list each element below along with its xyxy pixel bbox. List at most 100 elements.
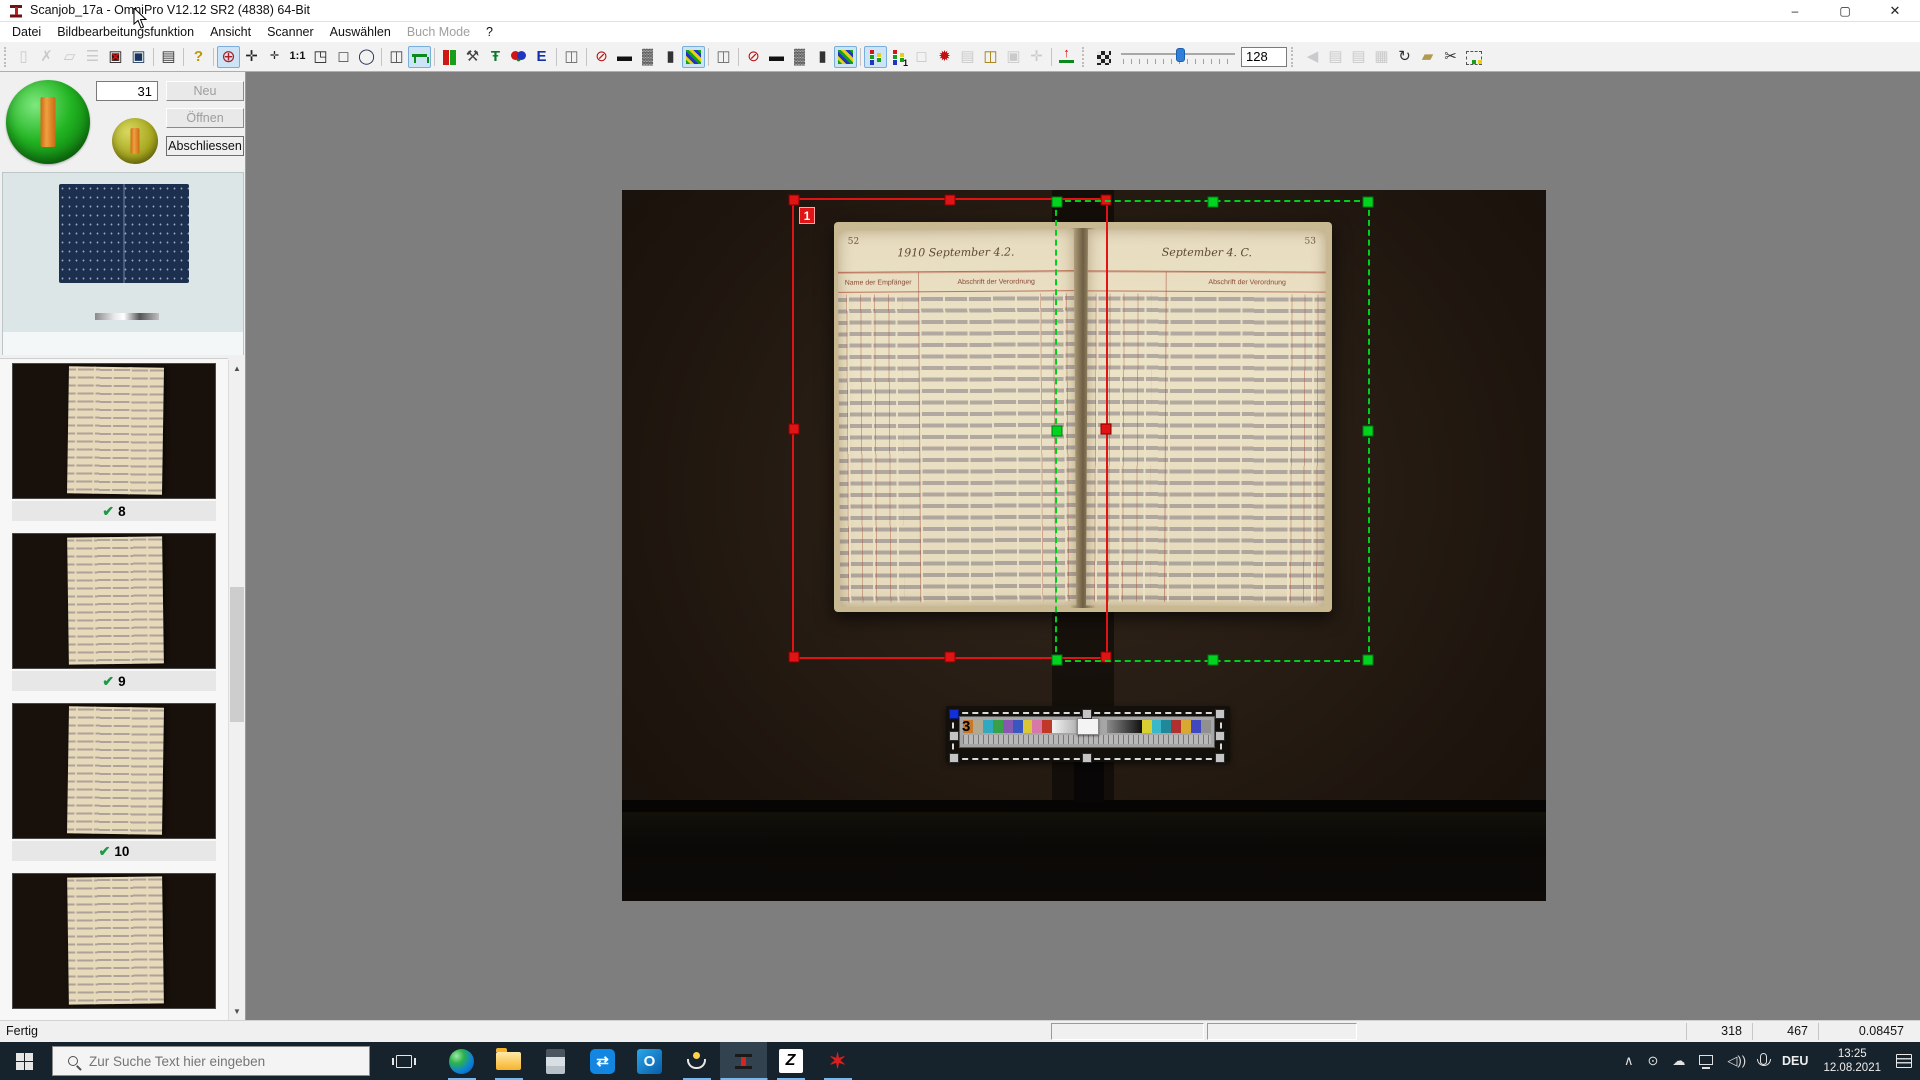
menu-?[interactable]: ? [478, 22, 501, 42]
keyboard-language[interactable]: DEU [1782, 1054, 1808, 1068]
selection-frame-1-handle-bl[interactable] [789, 652, 800, 663]
table-lift-icon[interactable] [1055, 46, 1078, 68]
thumbnail-partial-3[interactable] [12, 873, 216, 1009]
bar-gray-left-icon[interactable]: ▮ [659, 46, 682, 68]
maximize-button[interactable]: ▢ [1820, 0, 1870, 22]
taskbar-edge-button[interactable] [438, 1042, 485, 1080]
move-frame-icon[interactable]: ◻ [910, 46, 933, 68]
open-folder-icon[interactable]: ▱ [58, 46, 81, 68]
neu-button[interactable]: Neu [166, 81, 244, 101]
menu-ansicht[interactable]: Ansicht [202, 22, 259, 42]
loupe-icon[interactable]: ◯ [355, 46, 378, 68]
crop-off-left-icon[interactable]: ⊘ [590, 46, 613, 68]
oeffnen-button[interactable]: Öffnen [166, 108, 244, 128]
selection-frame-3[interactable]: 3 [952, 712, 1222, 760]
bar-dither-right-icon[interactable]: ▓ [788, 46, 811, 68]
stripes-right-icon[interactable] [834, 46, 857, 68]
scan-bed-icon[interactable] [408, 46, 431, 68]
volume-icon[interactable]: ◁)) [1727, 1053, 1746, 1069]
save-icon[interactable]: ▣ [127, 46, 150, 68]
print-icon[interactable]: ▤ [157, 46, 180, 68]
menu-scanner[interactable]: Scanner [259, 22, 322, 42]
task-view-button[interactable] [382, 1042, 426, 1080]
bar-black-right-icon[interactable]: ▬ [765, 46, 788, 68]
scrollbar-up-icon[interactable]: ▲ [229, 360, 245, 377]
multi-frame-icon[interactable] [1462, 46, 1485, 68]
selection-frame-3-handle-tr[interactable] [1215, 709, 1225, 719]
abschliessen-button[interactable]: Abschliessen [166, 136, 244, 156]
navigator-icon[interactable]: ⊕ [217, 46, 240, 68]
split-view-single-icon[interactable]: 1 [887, 46, 910, 68]
frame-fixed-icon[interactable]: ▣ [1002, 46, 1025, 68]
selection-frame-3-handle-bm[interactable] [1082, 753, 1092, 763]
gradation-curve-icon[interactable]: E [530, 46, 553, 68]
book-profile-icon[interactable] [438, 46, 461, 68]
taskbar-calculator-button[interactable] [532, 1042, 579, 1080]
stripes-left-icon[interactable] [682, 46, 705, 68]
taskbar-scan64-button[interactable]: ✶ [814, 1042, 861, 1080]
book-mode-left-icon[interactable]: ◫ [560, 46, 583, 68]
book-mode-right-icon[interactable]: ◫ [712, 46, 735, 68]
menu-bildbearbeitungsfunktion[interactable]: Bildbearbeitungsfunktion [49, 22, 202, 42]
center-frame-icon[interactable]: ✛ [1025, 46, 1048, 68]
threshold-value-input[interactable] [1241, 47, 1287, 67]
search-input[interactable] [89, 1054, 369, 1069]
start-button[interactable] [0, 1042, 48, 1080]
copy-settings-up-icon[interactable]: ▤ [1324, 46, 1347, 68]
eraser-icon[interactable]: ▰ [1416, 46, 1439, 68]
scan-single-button[interactable] [112, 118, 158, 164]
edit-delete-icon[interactable]: ✗ [35, 46, 58, 68]
thumbnail-8[interactable] [12, 363, 216, 499]
bar-dither-left-icon[interactable]: ▓ [636, 46, 659, 68]
minimize-button[interactable]: – [1770, 0, 1820, 22]
taskbar-scan-utility-button[interactable] [673, 1042, 720, 1080]
selection-frame-2-handle-bm[interactable] [1207, 655, 1218, 666]
selection-frame-2-handle-mr[interactable] [1363, 426, 1374, 437]
selection-frame-1-handle-ml[interactable] [789, 423, 800, 434]
rotate-page-icon[interactable]: ↻ [1393, 46, 1416, 68]
thumbnail-scrollbar[interactable]: ▲ ▼ [228, 360, 245, 1020]
taskbar-teamviewer-button[interactable]: ⇄ [579, 1042, 626, 1080]
pan-expand-icon[interactable]: ✛ [240, 46, 263, 68]
bar-black-left-icon[interactable]: ▬ [613, 46, 636, 68]
back-arrow-icon[interactable]: ◀ [1301, 46, 1324, 68]
scrollbar-thumb[interactable] [230, 587, 244, 722]
index-list-icon[interactable]: ☰ [81, 46, 104, 68]
select-area-icon[interactable]: ◻ [332, 46, 355, 68]
zoom-one-to-one-icon[interactable]: 1:1 [286, 46, 309, 68]
copy-settings-all-icon[interactable]: ▦ [1370, 46, 1393, 68]
teamviewer-tray-icon[interactable]: ⊙ [1647, 1053, 1658, 1069]
selection-frame-3-handle-tm[interactable] [1082, 709, 1092, 719]
save-discard-icon[interactable]: ▣✕ [104, 46, 127, 68]
scan-start-button[interactable] [6, 80, 90, 164]
mask-stand-icon[interactable]: Ŧ [484, 46, 507, 68]
selection-frame-3-handle-br[interactable] [1215, 753, 1225, 763]
split-view-icon[interactable] [864, 46, 887, 68]
close-button[interactable]: ✕ [1870, 0, 1920, 22]
thumbnail-9[interactable] [12, 533, 216, 669]
selection-frame-1-handle-bm[interactable] [945, 652, 956, 663]
selection-frame-2-handle-br[interactable] [1363, 655, 1374, 666]
crop-off-right-icon[interactable]: ⊘ [742, 46, 765, 68]
selection-frame-2[interactable] [1055, 200, 1370, 662]
new-page-icon[interactable]: ▯ [12, 46, 35, 68]
selection-frame-3-handle-ml[interactable] [949, 731, 959, 741]
fit-window-icon[interactable]: ◳ [309, 46, 332, 68]
selection-frame-3-handle-mr[interactable] [1215, 731, 1225, 741]
selection-frame-2-handle-ml[interactable] [1052, 426, 1063, 437]
selection-frame-2-handle-tr[interactable] [1363, 197, 1374, 208]
book-pages-icon[interactable]: ◫ [979, 46, 1002, 68]
menu-datei[interactable]: Datei [4, 22, 49, 42]
scanner-settings-icon[interactable]: ▤ [956, 46, 979, 68]
dual-page-view-icon[interactable]: ◫ [385, 46, 408, 68]
taskbar-search[interactable] [52, 1046, 370, 1076]
selection-frame-3-handle-tl[interactable] [949, 709, 959, 719]
selection-frame-1-handle-tl[interactable] [789, 195, 800, 206]
menu-buch-mode[interactable]: Buch Mode [399, 22, 478, 42]
pattern-select-icon[interactable] [1092, 46, 1115, 68]
tray-expand-icon[interactable]: ∧ [1624, 1053, 1634, 1069]
menu-ausw-hlen[interactable]: Auswählen [322, 22, 399, 42]
microphone-icon[interactable] [1760, 1053, 1767, 1069]
scan-counter-input[interactable] [96, 81, 158, 101]
selection-frame-2-handle-tm[interactable] [1207, 197, 1218, 208]
